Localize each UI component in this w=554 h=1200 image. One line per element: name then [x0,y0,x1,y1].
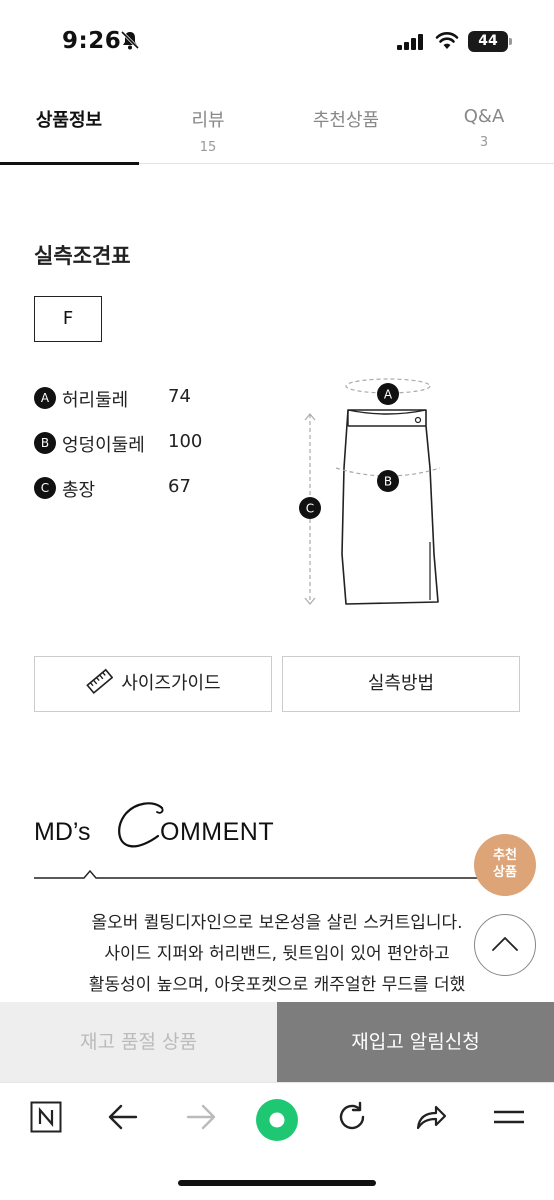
comment-divider [34,869,520,879]
measurement-value: 74 [168,386,191,407]
tab-label: 리뷰 [191,110,225,131]
scroll-top-button[interactable] [474,914,536,976]
tab-label: 상품정보 [35,110,103,131]
tab-count: 15 [199,140,217,155]
tab-product-info[interactable]: 상품정보 [0,92,139,165]
status-time: 9:26 [62,28,122,54]
measurement-name: 허리둘레 [62,390,129,411]
fab-line: 추천 [493,848,517,863]
tab-recommended[interactable]: 추천상품 [277,92,415,164]
omment-label: OMMENT [160,818,275,846]
forward-arrow-icon[interactable] [184,1101,218,1133]
size-guide-label: 사이즈가이드 [121,673,221,694]
recommended-products-fab[interactable]: 추천 상품 [474,834,536,896]
diagram-label-c: C [306,502,314,516]
sold-out-button: 재고 품절 상품 [0,1002,277,1082]
measurement-value: 100 [168,431,203,452]
size-chart-title: 실측조견표 [34,244,131,268]
comment-line: 사이드 지퍼와 허리밴드, 뒷트임이 있어 편안하고 [104,944,450,964]
measurement-badge: A [34,387,56,409]
md-comment-body: 올오버 퀼팅디자인으로 보온성을 살린 스커트입니다. 사이드 지퍼와 허리밴드… [34,908,520,1001]
tab-label: Q&A [463,106,505,127]
green-dot-icon[interactable] [254,1097,300,1143]
back-arrow-icon[interactable] [106,1101,140,1133]
tab-qna[interactable]: Q&A 3 [415,92,553,164]
diagram-label-b: B [384,475,392,489]
md-label: MD’s [34,818,91,846]
comment-line: 올오버 퀼팅디자인으로 보온성을 살린 스커트입니다. [91,913,463,933]
menu-icon[interactable] [492,1101,526,1133]
product-tabs: 상품정보 리뷰 15 추천상품 Q&A 3 [0,92,554,165]
wifi-icon [435,32,459,49]
skirt-diagram: A B C [299,378,441,605]
measurement-name: 엉덩이둘레 [62,435,145,456]
ruler-icon [86,668,114,695]
size-option-chip[interactable]: F [34,296,102,342]
naver-n-icon[interactable] [30,1101,62,1133]
share-icon[interactable] [414,1101,448,1133]
measurement-badge: C [34,477,56,499]
comment-line: 활동성이 높으며, 아웃포켓으로 캐주얼한 무드를 더했 [88,975,466,995]
size-guide-button[interactable]: 사이즈가이드 [34,656,272,712]
measure-method-label: 실측방법 [367,673,435,694]
measurement-name: 총장 [62,480,96,501]
measure-method-button[interactable]: 실측방법 [282,656,520,712]
battery-icon: 44 [468,31,512,52]
reload-icon[interactable] [336,1101,370,1133]
tab-reviews[interactable]: 리뷰 15 [139,92,277,164]
measurement-value: 67 [168,476,191,497]
tab-count: 3 [479,135,489,150]
tab-label: 추천상품 [312,110,380,131]
fab-line: 상품 [493,865,517,880]
bell-slash-icon [120,30,140,50]
restock-alert-button[interactable]: 재입고 알림신청 [277,1002,554,1082]
status-bar: 9:26 44 [0,0,554,80]
purchase-action-bar: 재고 품절 상품 재입고 알림신청 [0,1002,554,1082]
measurement-badge: B [34,432,56,454]
chevron-up-icon [492,937,518,951]
diagram-label-a: A [384,388,393,402]
home-indicator [178,1180,376,1186]
signal-icon [397,34,423,50]
